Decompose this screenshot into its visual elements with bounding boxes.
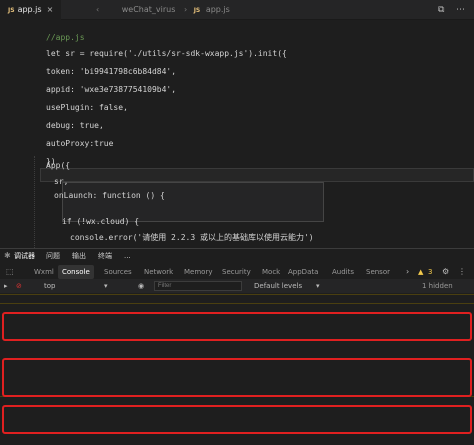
close-icon[interactable]: × [47,5,54,14]
tab-mock[interactable]: Mock [262,265,280,279]
tab-problems[interactable]: 问题 [46,249,60,263]
warning-count[interactable]: 3 [428,265,432,279]
console-warning: setContext 不在推荐使用，请用变量化的 setUser、setChan… [0,303,474,305]
bug-icon: ✱ [4,251,11,260]
breadcrumb-folder[interactable]: weChat_virus [122,5,176,14]
inspect-icon[interactable]: ⬚ [6,265,14,279]
tab-network[interactable]: Network [144,265,173,279]
chevron-right-icon: › [183,5,188,14]
log-text: [sitemap 索引情况提示] 根据 sitemap 的规则[0]，当前页面 … [6,294,324,295]
tab-label: app.js [17,5,42,14]
tab-output[interactable]: 输出 [72,249,86,263]
js-file-icon: JS [193,7,201,14]
js-file-icon: JS [8,7,15,14]
settings-icon[interactable]: ⚙ [442,265,449,279]
breadcrumb: ‹ weChat_virus › JS app.js [96,0,230,20]
editor-tab-bar: JS app.js × ‹ weChat_virus › JS app.js ⧉ ⋯ [0,0,474,20]
log-text: setContext 不在推荐使用，请用变量化的 setUser、setChan… [6,303,231,304]
code-line: onLaunch: function () { [54,191,165,200]
tab-audits[interactable]: Audits [332,265,354,279]
code-line: //app.js [46,33,85,42]
tab-security[interactable]: Security [222,265,251,279]
indent-guide [34,156,38,248]
code-line: token: 'bi9941798c6b84d84', [46,67,177,76]
log-levels-select[interactable]: Default levels [254,279,302,293]
chevron-right-icon[interactable]: › [406,265,409,279]
code-line: if (!wx.cloud) { [62,217,140,226]
tab-sources[interactable]: Sources [104,265,132,279]
tab-terminal[interactable]: 终端 [98,249,112,263]
code-line: let sr = require('./utils/sr-sdk-wxapp.j… [46,49,287,58]
hidden-count: 1 hidden [422,282,453,290]
panel-tab-strip: ⬚ Wxml Console Sources Network Memory Se… [0,265,474,279]
console-log-list: [sitemap 索引情况提示] 根据 sitemap 的规则[0]，当前页面 … [0,293,474,445]
tab-wxml[interactable]: Wxml [34,265,54,279]
console-filter-input[interactable]: Filter [154,281,242,291]
chevron-down-icon[interactable]: ▾ [104,279,108,293]
tab-appdata[interactable]: AppData [288,265,318,279]
code-line: sr, [54,177,69,186]
breadcrumb-file[interactable]: app.js [206,5,230,14]
log-source-link[interactable]: sr-sdk-wxapp.js? [sm]:15 [372,303,466,304]
code-line: appid: 'wxe3e7387754109b4', [46,85,177,94]
highlight-box [2,404,472,435]
code-line: App({ [46,161,71,170]
highlight-box [2,311,472,342]
current-line-highlight [40,168,474,182]
code-line: autoProxy:true [46,139,114,148]
tab-memory[interactable]: Memory [184,265,212,279]
debugger-title-bar: ✱ 调试器 问题 输出 终端 ... [0,249,474,263]
tab-app-js[interactable]: JS app.js × [0,0,62,20]
console-warning: [sitemap 索引情况提示] 根据 sitemap 的规则[0]，当前页面 … [0,294,474,295]
code-line: usePlugin: false, [46,103,128,112]
chevron-down-icon[interactable]: ▾ [316,279,320,293]
chevron-left-icon[interactable]: ‹ [96,5,99,14]
debugger-title[interactable]: 调试器 [14,249,35,263]
sidebar-toggle-icon[interactable]: ▸ [4,279,8,293]
more-icon[interactable]: ⋮ [458,265,466,279]
split-editor-icon[interactable]: ⧉ [438,3,444,17]
code-line: debug: true, [46,121,104,130]
context-select[interactable]: top [44,279,55,293]
warning-icon: ▲ [418,268,424,276]
console-toolbar: ▸ ⊘ top ▾ ◉ Filter Default levels ▾ 1 hi… [0,279,474,293]
code-line: console.error('请使用 2.2.3 或以上的基础库以使用云能力') [70,233,314,242]
more-icon[interactable]: ⋯ [456,3,465,17]
tab-sensor[interactable]: Sensor [366,265,390,279]
clear-console-icon[interactable]: ⊘ [16,279,22,293]
eye-icon[interactable]: ◉ [138,279,144,293]
more-tabs-menu[interactable]: ... [124,249,131,263]
tab-console[interactable]: Console [58,265,94,279]
highlight-box [2,358,472,398]
